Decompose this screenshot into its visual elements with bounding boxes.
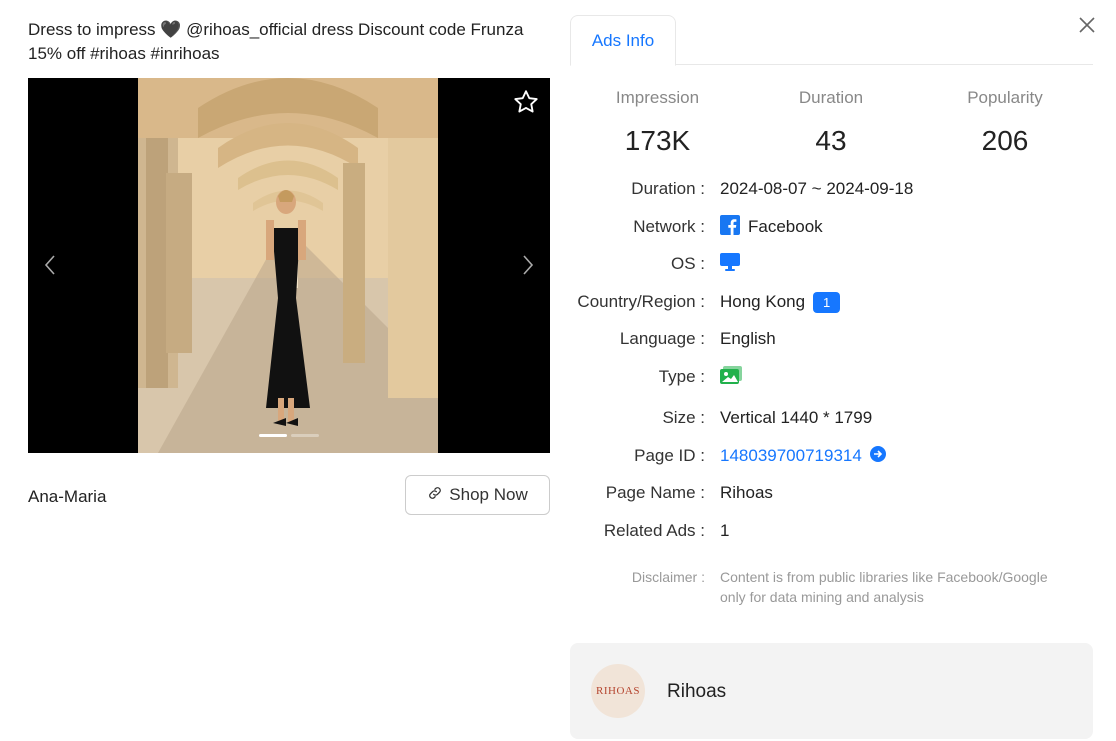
carousel-prev-icon[interactable]: [40, 250, 60, 280]
carousel-dots: [259, 434, 319, 437]
page-card-name: Rihoas: [667, 681, 727, 702]
detail-label: Page Name :: [605, 483, 705, 502]
detail-label: Country/Region :: [577, 292, 705, 311]
arrow-right-circle-icon[interactable]: [869, 445, 886, 467]
stat-impression: Impression 173K: [570, 88, 745, 157]
detail-size: Size : Vertical 1440 * 1799: [570, 405, 1093, 431]
page-card[interactable]: RIHOAS Rihoas: [570, 643, 1093, 739]
facebook-icon: [720, 214, 740, 240]
ad-caption-line-2: 15% off #rihoas #inrihoas: [28, 44, 220, 63]
ad-image-illustration: [138, 78, 438, 453]
disclaimer-line-2: only for data mining and analysis: [720, 589, 924, 605]
tab-bar: Ads Info: [570, 15, 1093, 66]
detail-label: OS :: [670, 254, 705, 273]
disclaimer: Disclaimer : Content is from public libr…: [570, 567, 1093, 607]
detail-value: Rihoas: [720, 483, 773, 502]
carousel-next-icon[interactable]: [518, 250, 538, 280]
stat-value: 43: [815, 125, 847, 156]
detail-page-name: Page Name : Rihoas: [570, 480, 1093, 506]
detail-duration: Duration : 2024-08-07 ~ 2024-09-18: [570, 176, 1093, 202]
detail-page-id: Page ID : 148039700719314: [570, 443, 1093, 469]
ads-info-panel: Ads Info Impression 173K Duration 43 Pop…: [570, 0, 1093, 741]
tab-ads-info[interactable]: Ads Info: [570, 15, 676, 66]
stat-label: Impression: [615, 88, 700, 107]
detail-value: English: [720, 329, 776, 348]
page-id-link[interactable]: 148039700719314: [720, 446, 862, 466]
stat-duration: Duration 43: [745, 88, 917, 157]
detail-label: Network :: [633, 217, 705, 236]
detail-label: Related Ads :: [603, 521, 705, 540]
carousel-dot[interactable]: [291, 434, 319, 437]
disclaimer-line-1: Content is from public libraries like Fa…: [720, 569, 1048, 585]
ad-caption: Dress to impress 🖤 @rihoas_official dres…: [28, 18, 538, 66]
shop-now-button[interactable]: Shop Now: [405, 475, 550, 515]
detail-value: 2024-08-07 ~ 2024-09-18: [720, 179, 914, 198]
disclaimer-label: Disclaimer :: [631, 569, 705, 585]
stat-value: 173K: [624, 125, 691, 156]
stat-label: Popularity: [967, 88, 1043, 107]
favorite-star-icon[interactable]: [512, 88, 540, 116]
ad-image: [138, 78, 438, 453]
detail-language: Language : English: [570, 326, 1093, 352]
detail-country: Country/Region : Hong Kong 1: [570, 289, 1093, 315]
disclaimer-text: Content is from public libraries like Fa…: [720, 567, 1080, 607]
detail-label: Type :: [658, 367, 705, 386]
advertiser-name: Ana-Maria: [28, 487, 107, 506]
detail-network: Network : Facebook: [570, 214, 1093, 240]
detail-label: Page ID :: [634, 446, 705, 465]
detail-related-ads: Related Ads : 1: [570, 518, 1093, 544]
link-icon: [427, 485, 443, 506]
ad-caption-line-1: Dress to impress 🖤 @rihoas_official dres…: [28, 20, 524, 39]
desktop-icon: [720, 252, 740, 276]
detail-type: Type :: [570, 364, 1093, 390]
detail-os: OS :: [570, 251, 1093, 277]
page-logo-text: RIHOAS: [596, 685, 640, 697]
shop-now-label: Shop Now: [449, 485, 528, 504]
detail-value: Vertical 1440 * 1799: [720, 408, 873, 427]
detail-value: Hong Kong: [720, 292, 806, 311]
page-logo: RIHOAS: [591, 664, 645, 718]
detail-label: Size :: [662, 408, 705, 427]
stat-value: 206: [981, 125, 1029, 156]
country-count-badge[interactable]: 1: [813, 291, 841, 313]
image-icon: [720, 365, 742, 389]
stats-row: Impression 173K Duration 43 Popularity 2…: [570, 88, 1093, 157]
detail-value: 1: [720, 521, 730, 540]
detail-label: Language :: [619, 329, 705, 348]
detail-label: Duration :: [631, 179, 705, 198]
carousel-dot-active[interactable]: [259, 434, 287, 437]
detail-value: Facebook: [748, 217, 823, 236]
stat-popularity: Popularity 206: [917, 88, 1093, 157]
stat-label: Duration: [798, 88, 864, 107]
ad-media-carousel[interactable]: [28, 78, 550, 453]
